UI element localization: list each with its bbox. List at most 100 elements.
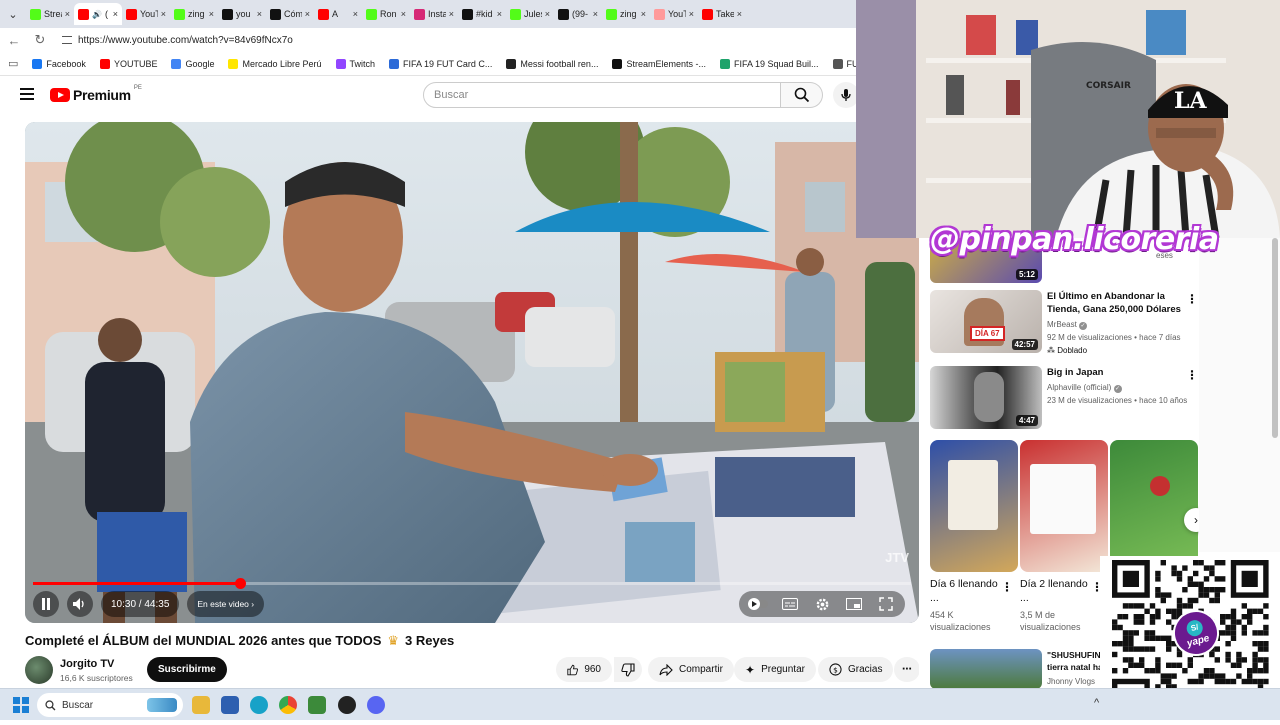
app-icon[interactable] <box>308 696 326 714</box>
audio-playing-icon[interactable]: 🔊 <box>92 10 102 19</box>
chrome-icon[interactable] <box>279 696 297 714</box>
time-display: 10:30 / 44:35 <box>101 591 180 617</box>
video-duration: 42:57 <box>1011 339 1038 350</box>
bookmark-item[interactable]: StreamElements -... <box>612 58 706 69</box>
bookmark-favicon-icon <box>335 58 346 69</box>
bookmark-item[interactable]: Mercado Libre Perú <box>228 58 322 69</box>
bookmark-item[interactable]: Facebook <box>32 58 86 69</box>
bookmark-item[interactable]: YOUTUBE <box>99 58 157 69</box>
close-tab-icon[interactable]: × <box>257 9 262 19</box>
menu-icon[interactable] <box>20 88 34 100</box>
bookmark-item[interactable]: FIFA 19 FUT Card C... <box>389 58 492 69</box>
pause-button[interactable] <box>33 591 59 617</box>
short-thumbnail[interactable] <box>930 440 1018 572</box>
close-tab-icon[interactable]: × <box>209 9 214 19</box>
tab-search-button[interactable]: ⌄ <box>0 0 26 28</box>
close-tab-icon[interactable]: × <box>689 9 694 19</box>
close-tab-icon[interactable]: × <box>113 9 118 19</box>
page-scrollbar[interactable] <box>1272 238 1278 438</box>
close-tab-icon[interactable]: × <box>353 9 358 19</box>
browser-tab[interactable]: Take × <box>698 3 746 25</box>
settings-button[interactable] <box>811 593 833 615</box>
channel-avatar[interactable] <box>25 656 53 684</box>
autoplay-toggle[interactable] <box>747 593 769 615</box>
dislike-button[interactable] <box>614 657 642 682</box>
recording-app-icon[interactable] <box>338 696 356 714</box>
browser-tab[interactable]: 🔊(× <box>74 3 122 25</box>
windows-start-icon[interactable] <box>13 697 29 713</box>
more-options-icon[interactable]: ⋮ <box>1186 292 1198 306</box>
miniplayer-button[interactable] <box>843 593 865 615</box>
search-input[interactable]: Buscar <box>423 82 781 108</box>
close-tab-icon[interactable]: × <box>545 9 550 19</box>
store-icon[interactable] <box>221 696 239 714</box>
url-field[interactable]: https://www.youtube.com/watch?v=84v69fNc… <box>62 35 293 46</box>
close-tab-icon[interactable]: × <box>401 9 406 19</box>
dubbed-icon: ⁂ <box>1047 346 1055 355</box>
scrubber-handle[interactable] <box>234 578 246 589</box>
browser-tab[interactable]: zing × <box>602 3 650 25</box>
edge-icon[interactable] <box>250 696 268 714</box>
thanks-button[interactable]: $ Gracias <box>818 657 894 682</box>
recommended-video[interactable]: DÍA 67 42:57 El Último en Abandonar la T… <box>930 290 1198 360</box>
bookmarks-icon[interactable]: ▭ <box>8 57 18 70</box>
video-channel[interactable]: Jhonny Vlogs <box>1047 676 1095 688</box>
short-more-icon[interactable]: ⋮ <box>1001 580 1013 594</box>
browser-tab[interactable]: Ron × <box>362 3 410 25</box>
video-player[interactable]: JTV 10:30 / 44:35 En este video › <box>25 122 919 623</box>
browser-tab[interactable]: Jules× <box>506 3 554 25</box>
short-thumbnail[interactable] <box>1110 440 1198 572</box>
browser-tab[interactable]: (99- × <box>554 3 602 25</box>
search-button[interactable] <box>781 82 823 108</box>
channel-name[interactable]: Jorgito TV <box>60 658 133 670</box>
pause-icon <box>42 598 50 610</box>
short-title[interactable]: Día 6 llenando ... <box>930 577 1000 605</box>
site-settings-icon[interactable] <box>62 36 72 44</box>
close-tab-icon[interactable]: × <box>305 9 310 19</box>
close-tab-icon[interactable]: × <box>449 9 454 19</box>
bookmark-item[interactable]: Messi football ren... <box>506 58 598 69</box>
browser-tab[interactable]: Insta × <box>410 3 458 25</box>
browser-tab[interactable]: YouT× <box>122 3 170 25</box>
reload-icon[interactable]: ↻ <box>32 32 48 48</box>
bookmark-item[interactable]: Google <box>171 58 214 69</box>
more-actions-button[interactable]: ⋯ <box>894 657 920 682</box>
recommended-video[interactable]: 4:47 Big in Japan Alphaville (official) … <box>930 366 1198 432</box>
close-tab-icon[interactable]: × <box>161 9 166 19</box>
file-explorer-icon[interactable] <box>192 696 210 714</box>
channel-name[interactable]: MrBeast <box>1047 320 1077 329</box>
close-tab-icon[interactable]: × <box>737 9 742 19</box>
taskbar-search[interactable]: Buscar <box>37 693 183 717</box>
close-tab-icon[interactable]: × <box>593 9 598 19</box>
like-button[interactable]: 960 <box>556 657 612 682</box>
bookmark-item[interactable]: FIFA 19 Squad Buil... <box>719 58 819 69</box>
short-thumbnail[interactable] <box>1020 440 1108 572</box>
subscribe-button[interactable]: Suscribirme <box>147 657 227 682</box>
progress-bar[interactable] <box>33 578 911 589</box>
back-arrow-icon[interactable]: ← <box>6 33 22 48</box>
close-tab-icon[interactable]: × <box>65 9 70 19</box>
browser-tab[interactable]: #kid × <box>458 3 506 25</box>
short-title[interactable]: Día 2 llenando ... <box>1020 577 1090 605</box>
browser-tab[interactable]: Cóm × <box>266 3 314 25</box>
browser-tab[interactable]: zing × <box>170 3 218 25</box>
browser-tab[interactable]: you × <box>218 3 266 25</box>
youtube-premium-logo[interactable]: Premium PE <box>50 85 142 103</box>
close-tab-icon[interactable]: × <box>497 9 502 19</box>
share-button[interactable]: Compartir <box>648 657 734 682</box>
browser-tab[interactable]: Strea× <box>26 3 74 25</box>
browser-tab[interactable]: A × <box>314 3 362 25</box>
subtitles-button[interactable] <box>779 593 801 615</box>
chapter-button[interactable]: En este video › <box>187 591 265 617</box>
fullscreen-button[interactable] <box>875 593 897 615</box>
bookmark-item[interactable]: Twitch <box>335 58 375 69</box>
browser-tab[interactable]: YouT× <box>650 3 698 25</box>
tray-chevron-icon[interactable]: ^ <box>1094 697 1099 709</box>
video-title: El Último en Abandonar la Tienda, Gana 2… <box>1047 291 1181 315</box>
volume-button[interactable] <box>67 591 93 617</box>
discord-icon[interactable] <box>367 696 385 714</box>
channel-name[interactable]: Alphaville (official) <box>1047 383 1111 392</box>
more-options-icon[interactable]: ⋮ <box>1186 368 1198 382</box>
ask-button[interactable]: ✦ Preguntar <box>734 657 816 682</box>
close-tab-icon[interactable]: × <box>641 9 646 19</box>
